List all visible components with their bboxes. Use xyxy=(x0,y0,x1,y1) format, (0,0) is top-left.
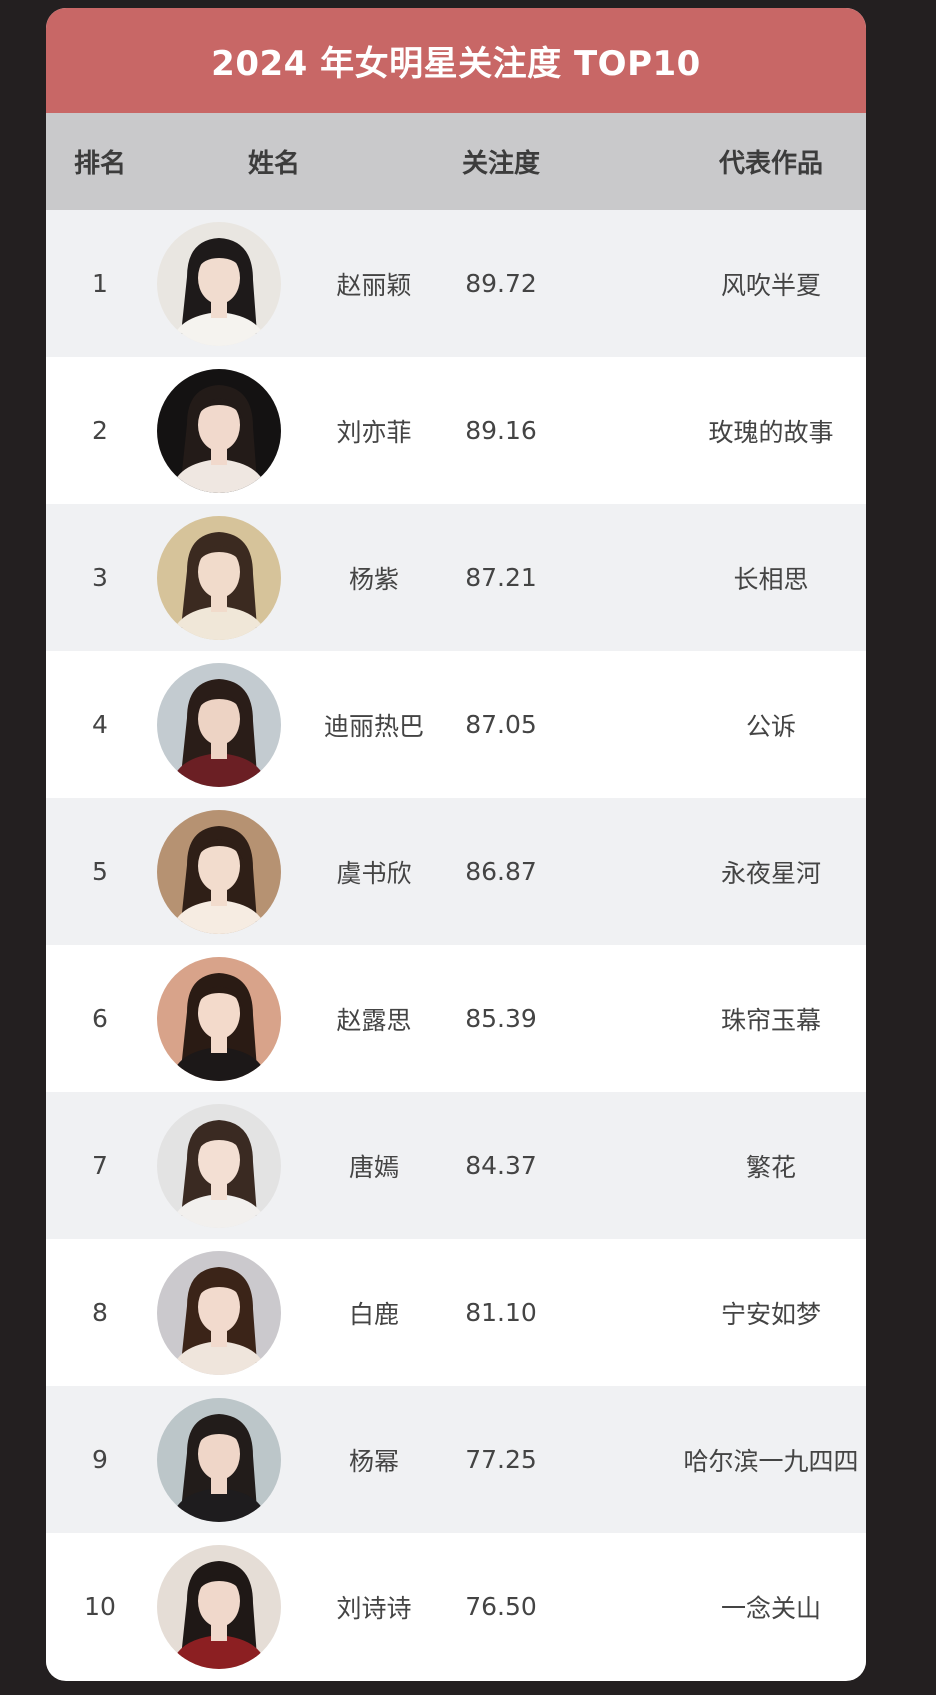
table-row: 8 白鹿 81.10 宁安如梦 xyxy=(46,1239,866,1386)
avatar xyxy=(157,369,281,493)
ranking-card: 2024 年女明星关注度 TOP10 排名 姓名 关注度 代表作品 1 赵丽颖 89… xyxy=(46,8,866,1681)
header-score: 关注度 xyxy=(461,149,540,179)
rank-cell: 7 xyxy=(92,1151,108,1180)
work-cell: 一念关山 xyxy=(720,1593,821,1623)
name-cell: 刘诗诗 xyxy=(336,1593,412,1623)
work-cell: 公诉 xyxy=(745,711,796,741)
name-cell: 白鹿 xyxy=(348,1299,399,1329)
work-cell: 永夜星河 xyxy=(720,858,821,888)
header-work: 代表作品 xyxy=(718,149,823,179)
work-cell: 玫瑰的故事 xyxy=(708,417,834,447)
rank-cell: 4 xyxy=(92,710,108,739)
header-name: 姓名 xyxy=(247,149,300,179)
avatar xyxy=(157,1251,281,1375)
table-row: 1 赵丽颖 89.72 风吹半夏 xyxy=(46,210,866,357)
avatar xyxy=(157,222,281,346)
work-cell: 哈尔滨一九四四 xyxy=(683,1446,859,1476)
table-row: 9 杨幂 77.25 哈尔滨一九四四 xyxy=(46,1386,866,1533)
rank-cell: 10 xyxy=(84,1592,116,1621)
title-bar: 2024 年女明星关注度 TOP10 xyxy=(46,8,866,113)
avatar xyxy=(157,663,281,787)
avatar xyxy=(157,1104,281,1228)
name-cell: 刘亦菲 xyxy=(336,417,412,447)
score-cell: 89.72 xyxy=(465,269,537,298)
rank-cell: 8 xyxy=(92,1298,108,1327)
score-cell: 89.16 xyxy=(465,416,537,445)
rank-cell: 3 xyxy=(92,563,108,592)
table-row: 7 唐嫣 84.37 繁花 xyxy=(46,1092,866,1239)
score-cell: 76.50 xyxy=(465,1592,537,1621)
table-row: 4 迪丽热巴 87.05 公诉 xyxy=(46,651,866,798)
score-cell: 87.05 xyxy=(465,710,537,739)
work-cell: 宁安如梦 xyxy=(720,1299,821,1329)
header-rank: 排名 xyxy=(73,149,126,179)
page-title: 2024 年女明星关注度 TOP10 xyxy=(211,44,701,84)
avatar xyxy=(157,957,281,1081)
avatar xyxy=(157,810,281,934)
score-cell: 85.39 xyxy=(465,1004,537,1033)
avatar xyxy=(157,1398,281,1522)
table-row: 5 虞书欣 86.87 永夜星河 xyxy=(46,798,866,945)
table-row: 2 刘亦菲 89.16 玫瑰的故事 xyxy=(46,357,866,504)
table-row: 10 刘诗诗 76.50 一念关山 xyxy=(46,1533,866,1680)
score-cell: 86.87 xyxy=(465,857,537,886)
score-cell: 87.21 xyxy=(465,563,537,592)
name-cell: 赵丽颖 xyxy=(336,270,412,300)
avatar xyxy=(157,516,281,640)
work-cell: 长相思 xyxy=(733,564,809,594)
work-cell: 珠帘玉幕 xyxy=(720,1005,821,1035)
name-cell: 虞书欣 xyxy=(336,858,412,888)
rank-cell: 2 xyxy=(92,416,108,445)
rank-cell: 1 xyxy=(92,269,108,298)
score-cell: 81.10 xyxy=(465,1298,537,1327)
rank-cell: 5 xyxy=(92,857,108,886)
work-cell: 风吹半夏 xyxy=(720,270,821,300)
score-cell: 77.25 xyxy=(465,1445,537,1474)
name-cell: 杨幂 xyxy=(348,1446,399,1476)
avatar xyxy=(157,1545,281,1669)
table-body: 1 赵丽颖 89.72 风吹半夏 2 刘亦菲 89.16 玫瑰的故事 3 杨紫 87.21 长相思 4 迪… xyxy=(46,210,866,1680)
rank-cell: 6 xyxy=(92,1004,108,1033)
name-cell: 赵露思 xyxy=(336,1005,412,1035)
table-header: 排名 姓名 关注度 代表作品 xyxy=(46,113,866,210)
rank-cell: 9 xyxy=(92,1445,108,1474)
name-cell: 唐嫣 xyxy=(348,1152,399,1182)
table-row: 3 杨紫 87.21 长相思 xyxy=(46,504,866,651)
name-cell: 迪丽热巴 xyxy=(323,711,424,741)
table-row: 6 赵露思 85.39 珠帘玉幕 xyxy=(46,945,866,1092)
score-cell: 84.37 xyxy=(465,1151,537,1180)
name-cell: 杨紫 xyxy=(348,564,399,594)
work-cell: 繁花 xyxy=(745,1152,796,1182)
